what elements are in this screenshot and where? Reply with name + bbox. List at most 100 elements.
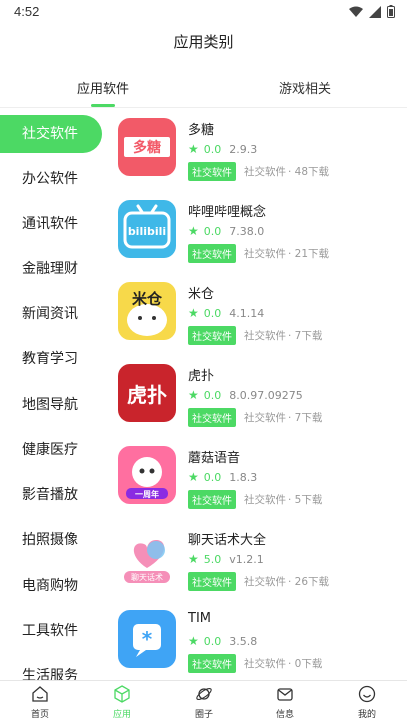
app-name: 虎扑	[188, 369, 215, 384]
svg-text:多糖: 多糖	[133, 139, 161, 156]
page-header: 应用类别	[0, 24, 407, 64]
category-badge: 社交软件	[188, 490, 236, 509]
app-version: 4.1.14	[229, 306, 265, 320]
app-item[interactable]: 一周年 蘑菇语音 ★ 0.0 1.8.3 社交软件 社交软件 · 5下载	[105, 446, 407, 528]
status-time: 4:52	[14, 4, 40, 19]
app-meta: 社交软件 社交软件 · 7下载	[188, 408, 322, 427]
app-category: 社交软件	[244, 248, 286, 260]
app-downloads: · 0下载	[288, 658, 323, 670]
app-name: 米仓	[188, 287, 215, 302]
category-badge: 社交软件	[188, 572, 236, 591]
cube-icon	[92, 685, 152, 703]
battery-icon	[387, 5, 395, 18]
tab-bar: 应用软件 游戏相关	[0, 64, 407, 108]
nav-messages-label: 信息	[275, 710, 294, 720]
app-downloads: · 5下载	[288, 494, 323, 506]
app-category: 社交软件	[244, 576, 286, 588]
category-badge: 社交软件	[188, 162, 236, 181]
category-media[interactable]: 影音播放	[0, 476, 102, 514]
wifi-icon	[349, 6, 363, 18]
star-icon: ★	[188, 552, 199, 566]
category-office[interactable]: 办公软件	[0, 160, 102, 198]
app-name: TIM	[188, 611, 211, 626]
app-category: 社交软件	[244, 494, 286, 506]
app-meta: 社交软件 社交软件 · 48下载	[188, 162, 329, 181]
app-version: 8.0.97.09275	[229, 388, 303, 402]
tim-icon: *	[118, 610, 176, 668]
bottom-nav: 首页 应用 圈子 信息 我的	[0, 680, 407, 725]
app-score: 0.0	[203, 470, 222, 484]
nav-mine-label: 我的	[357, 710, 376, 720]
app-score: 0.0	[203, 142, 222, 156]
nav-mine[interactable]: 我的	[337, 685, 397, 720]
tab-app-software[interactable]: 应用软件	[77, 78, 129, 97]
app-score: 0.0	[203, 388, 222, 402]
nav-circle-label: 圈子	[194, 710, 213, 720]
app-version: 2.9.3	[229, 142, 258, 156]
app-downloads: · 26下载	[288, 576, 330, 588]
nav-home[interactable]: 首页	[10, 685, 70, 720]
page-title: 应用类别	[173, 33, 234, 51]
star-icon: ★	[188, 142, 199, 156]
category-communication[interactable]: 通讯软件	[0, 205, 102, 243]
app-category: 社交软件	[244, 412, 286, 424]
app-item[interactable]: bilibili 哔哩哔哩概念 ★ 0.0 7.38.0 社交软件 社交软件 ·…	[105, 200, 407, 282]
app-item[interactable]: 多糖 多糖 ★ 0.0 2.9.3 社交软件 社交软件 · 48下载	[105, 118, 407, 200]
app-name: 聊天话术大全	[188, 533, 267, 548]
app-score: 5.0	[203, 552, 222, 566]
category-map[interactable]: 地图导航	[0, 386, 102, 424]
app-rating: ★ 0.0 4.1.14	[188, 306, 264, 320]
app-meta: 社交软件 社交软件 · 21下载	[188, 244, 329, 263]
app-item[interactable]: 虎扑 虎扑 ★ 0.0 8.0.97.09275 社交软件 社交软件 · 7下载	[105, 364, 407, 446]
category-badge: 社交软件	[188, 244, 236, 263]
category-health[interactable]: 健康医疗	[0, 431, 102, 469]
app-meta: 社交软件 社交软件 · 26下载	[188, 572, 329, 591]
svg-text:*: *	[142, 627, 153, 651]
app-name: 蘑菇语音	[188, 451, 241, 466]
app-downloads: · 21下载	[288, 248, 330, 260]
star-icon: ★	[188, 634, 199, 648]
app-item[interactable]: 聊天话术 聊天话术大全 ★ 5.0 v1.2.1 社交软件 社交软件 · 26下…	[105, 528, 407, 610]
svg-text:米仓: 米仓	[132, 290, 163, 308]
category-shopping[interactable]: 电商购物	[0, 567, 102, 605]
app-rating: ★ 0.0 1.8.3	[188, 470, 257, 484]
category-life[interactable]: 生活服务	[0, 657, 102, 680]
star-icon: ★	[188, 224, 199, 238]
category-social[interactable]: 社交软件	[0, 115, 102, 153]
duotang-icon: 多糖	[118, 118, 176, 176]
system-icons	[349, 5, 395, 18]
category-education[interactable]: 教育学习	[0, 340, 102, 378]
micang-icon: 米仓	[118, 282, 176, 340]
app-version: 1.8.3	[229, 470, 258, 484]
app-score: 0.0	[203, 224, 222, 238]
star-icon: ★	[188, 306, 199, 320]
app-downloads: · 7下载	[288, 412, 323, 424]
app-name: 多糖	[188, 123, 215, 138]
app-category: 社交软件	[244, 166, 286, 178]
app-downloads: · 48下载	[288, 166, 330, 178]
nav-messages[interactable]: 信息	[255, 685, 315, 720]
status-bar: 4:52	[0, 0, 407, 24]
active-tab-indicator	[91, 104, 115, 107]
star-icon: ★	[188, 388, 199, 402]
category-news[interactable]: 新闻资讯	[0, 295, 102, 333]
app-score: 0.0	[203, 306, 222, 320]
mail-icon	[255, 685, 315, 703]
app-item[interactable]: * TIM ★ 0.0 3.5.8 社交软件 社交软件 · 0下载	[105, 610, 407, 680]
app-rating: ★ 0.0 2.9.3	[188, 142, 257, 156]
category-finance[interactable]: 金融理财	[0, 250, 102, 288]
tab-game-related[interactable]: 游戏相关	[279, 78, 331, 97]
app-name: 哔哩哔哩概念	[188, 205, 267, 220]
nav-apps[interactable]: 应用	[92, 685, 152, 720]
svg-text:虎扑: 虎扑	[127, 383, 167, 407]
app-item[interactable]: 米仓 米仓 ★ 0.0 4.1.14 社交软件 社交软件 · 7下载	[105, 282, 407, 364]
category-tools[interactable]: 工具软件	[0, 612, 102, 650]
mogu-icon: 一周年	[118, 446, 176, 504]
nav-circle[interactable]: 圈子	[174, 685, 234, 720]
nav-apps-label: 应用	[112, 710, 131, 720]
app-list: 多糖 多糖 ★ 0.0 2.9.3 社交软件 社交软件 · 48下载 bilib…	[105, 108, 407, 680]
star-icon: ★	[188, 470, 199, 484]
category-camera[interactable]: 拍照摄像	[0, 521, 102, 559]
app-rating: ★ 0.0 8.0.97.09275	[188, 388, 303, 402]
signal-icon	[369, 5, 381, 18]
